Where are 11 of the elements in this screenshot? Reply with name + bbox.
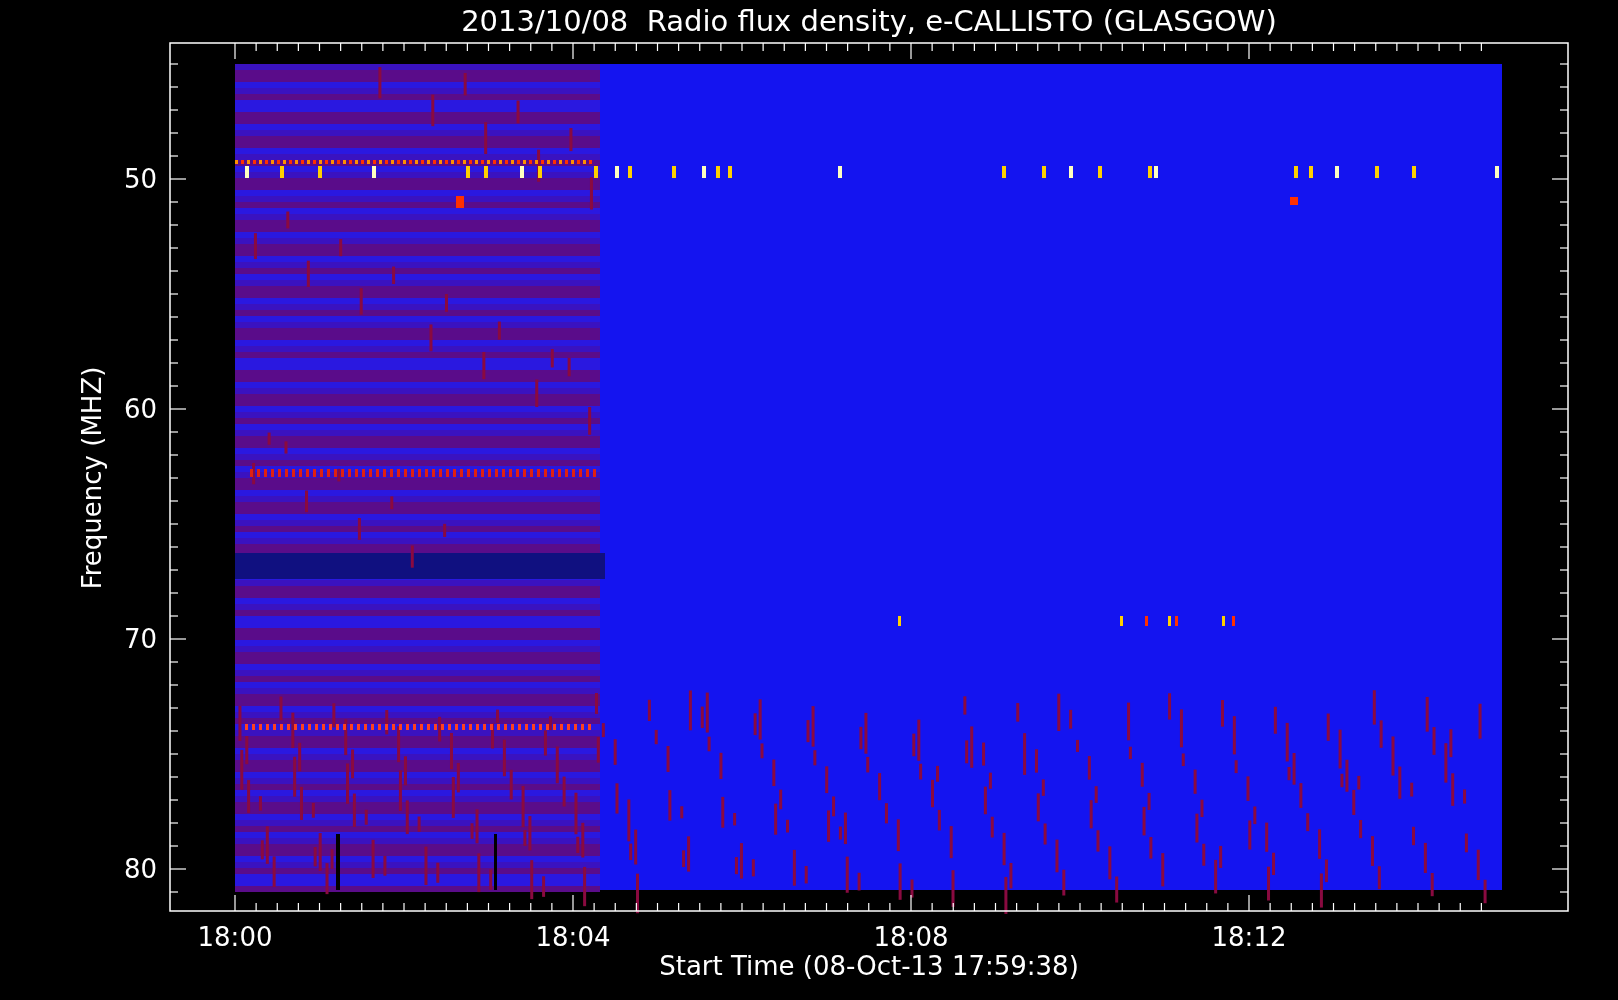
tick-label: 70: [123, 624, 157, 654]
axis-label: Start Time (08-Oct-13 17:59:38): [659, 951, 1079, 981]
tick-label: 18:12: [1211, 922, 1287, 952]
tick-label: 60: [123, 394, 157, 424]
chart-title: 2013/10/08 Radio flux density, e-CALLISTO (GLASGOW): [461, 4, 1277, 38]
tick-label: 18:00: [197, 922, 273, 952]
axis-label: Frequency (MHZ): [77, 366, 107, 590]
tick-label: 18:04: [535, 922, 611, 952]
tick-label: 18:08: [873, 922, 949, 952]
tick-label: 50: [123, 164, 157, 194]
tick-label: 80: [123, 854, 157, 884]
